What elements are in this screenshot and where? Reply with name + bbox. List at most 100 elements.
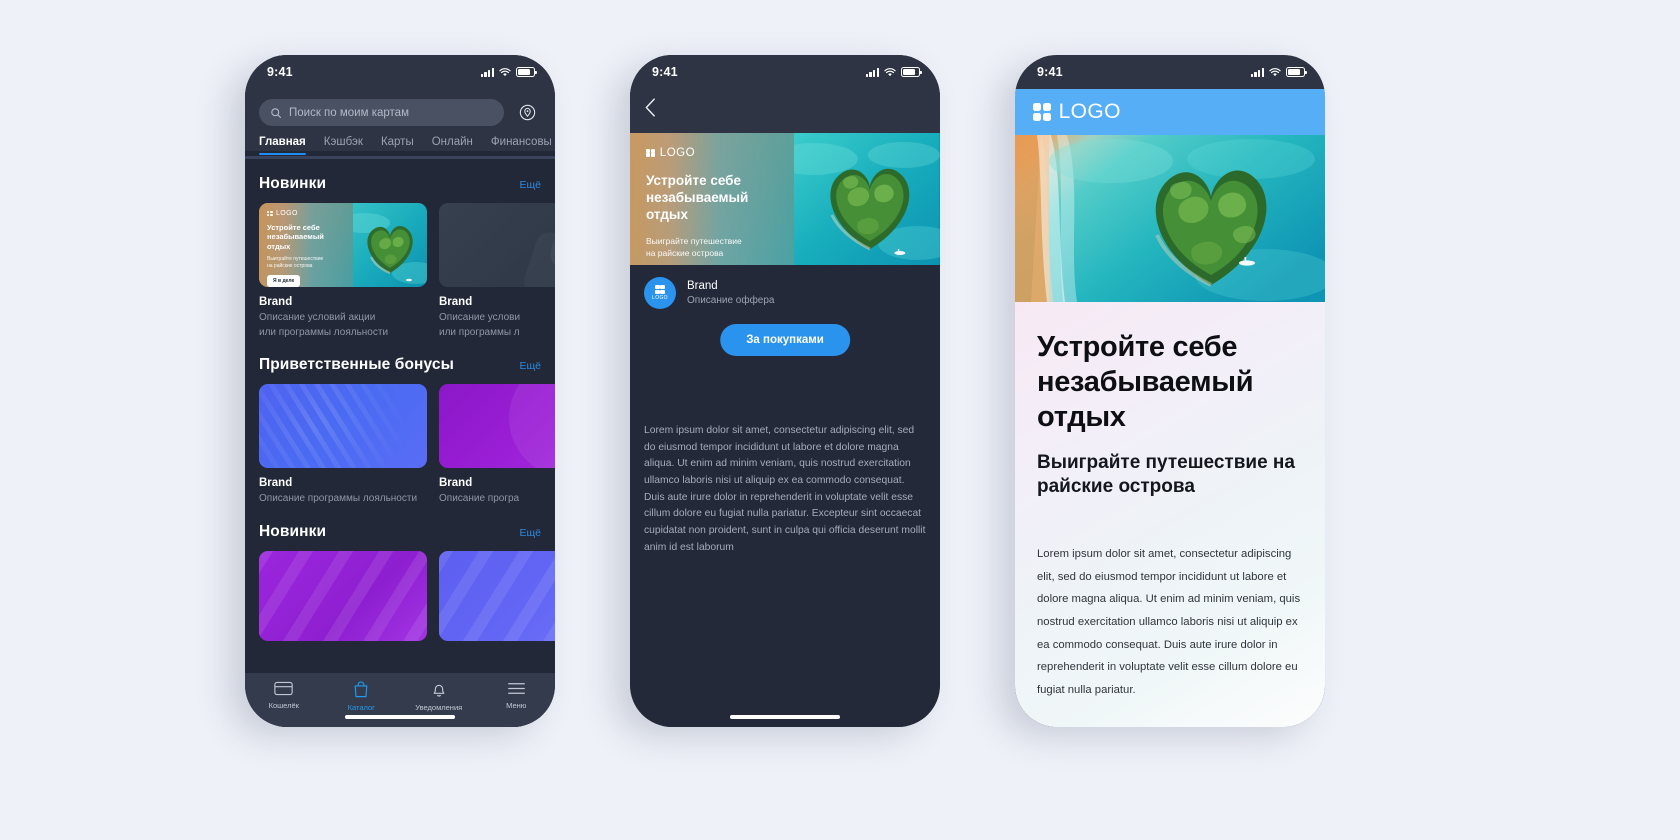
nav-item-catalog[interactable]: Каталог xyxy=(323,681,401,712)
card-image xyxy=(259,384,427,468)
shopping-cta-button[interactable]: За покупками xyxy=(720,324,850,356)
section-title: Новинки xyxy=(259,175,327,192)
card-item[interactable]: Brand Описание услови или программы л xyxy=(439,203,555,340)
mini-banner-image xyxy=(353,203,427,287)
notch xyxy=(715,55,855,79)
section-more-link[interactable]: Ещё xyxy=(520,527,541,539)
shopping-bag-icon xyxy=(354,681,368,698)
card-row xyxy=(245,550,555,641)
tab-glavnaya[interactable]: Главная xyxy=(259,136,306,155)
section-header: Приветственные бонусы Ещё xyxy=(245,340,555,384)
hero-image xyxy=(1015,135,1325,302)
phone-2-offer-detail-screen: LOGO Устройте себе незабываемый отдых Вы… xyxy=(630,55,940,727)
card-description: Описание условий акции или программы лоя… xyxy=(259,312,389,338)
mini-banner-left: LOGO Устройте себе незабываемый отдых Вы… xyxy=(259,203,353,287)
card-brand-name: Brand xyxy=(439,477,473,489)
card-item[interactable]: Brand Описание програ xyxy=(439,384,555,507)
hamburger-menu-icon xyxy=(507,683,525,694)
screenshot-canvas: Новинки Ещё LOGO Устройте себе незабывае… xyxy=(0,0,1680,840)
tab-online[interactable]: Онлайн xyxy=(432,136,473,155)
card-brand-name: Brand xyxy=(259,296,293,308)
nav-label: Уведомления xyxy=(415,703,463,712)
card-description: Описание програ xyxy=(439,493,520,504)
tab-karty[interactable]: Карты xyxy=(381,136,414,155)
section-header: Новинки Ещё xyxy=(245,507,555,551)
card-image xyxy=(439,203,555,287)
search-icon xyxy=(271,107,282,118)
mini-subheadline: Выиграйте путешествие на райские острова xyxy=(267,256,324,269)
hero-headline: Устройте себе незабываемый отдых xyxy=(646,173,749,222)
brand-avatar: LOGO xyxy=(644,277,676,309)
landing-body-text: Lorem ipsum dolor sit amet, consectetur … xyxy=(1037,548,1301,696)
card-image xyxy=(259,550,427,641)
nav-item-notifications[interactable]: Уведомления xyxy=(400,681,478,712)
back-button[interactable] xyxy=(644,97,657,123)
nav-item-menu[interactable]: Меню xyxy=(478,681,556,710)
card-item[interactable] xyxy=(439,550,555,641)
nav-item-wallet[interactable]: Кошелёк xyxy=(245,681,323,710)
tab-bar[interactable]: Главная Кэшбэк Карты Онлайн Финансовы xyxy=(245,136,555,160)
section-more-link[interactable]: Ещё xyxy=(520,179,541,191)
landing-headline: Устройте себе незабываемый отдых xyxy=(1037,331,1254,433)
tab-cashback[interactable]: Кэшбэк xyxy=(324,136,363,155)
section-title: Новинки xyxy=(259,522,327,540)
card-image xyxy=(439,550,555,641)
nav-label: Меню xyxy=(506,701,527,710)
card-image xyxy=(439,384,555,468)
mini-cta-button[interactable]: Я в деле xyxy=(267,275,301,287)
card-row: Brand Описание программы лояльности Bran… xyxy=(245,384,555,507)
card-item[interactable] xyxy=(259,550,427,641)
offer-body-text: Lorem ipsum dolor sit amet, consectetur … xyxy=(644,425,926,553)
home-indicator xyxy=(730,714,840,719)
heart-island-illustration xyxy=(794,133,940,265)
hero-image xyxy=(794,133,940,265)
search-input[interactable]: Поиск по моим картам xyxy=(259,99,504,126)
hero-logo: LOGO xyxy=(646,147,778,159)
chevron-left-icon xyxy=(645,98,655,117)
section-title: Приветственные бонусы xyxy=(259,356,454,373)
brand-avatar-label: LOGO xyxy=(652,295,668,302)
card-image: LOGO Устройте себе незабываемый отдых Вы… xyxy=(259,203,427,287)
logo-text: LOGO xyxy=(1058,100,1121,123)
location-pin-icon[interactable] xyxy=(514,99,541,126)
hero-subheadline: Выиграйте путешествие на райские острова xyxy=(646,236,742,259)
home-indicator xyxy=(345,714,455,719)
card-item[interactable]: Brand Описание программы лояльности xyxy=(259,384,427,507)
bell-icon xyxy=(433,684,445,697)
brand-name: Brand xyxy=(687,280,718,292)
phone2-content: LOGO Устройте себе незабываемый отдых Вы… xyxy=(630,55,940,727)
card-brand-name: Brand xyxy=(439,296,473,308)
hero-logo-text: LOGO xyxy=(659,147,696,159)
tab-finansovye[interactable]: Финансовы xyxy=(491,136,552,155)
card-description: Описание программы лояльности xyxy=(259,493,418,504)
brand-info: Brand Описание оффера xyxy=(687,280,775,306)
phone-1-catalog-screen: Новинки Ещё LOGO Устройте себе незабывае… xyxy=(245,55,555,727)
clover-logo-icon xyxy=(267,210,273,217)
phone3-content: LOGO Устройте себе незабываемый отдых Вы… xyxy=(1015,55,1325,727)
phone1-scroll-area[interactable]: Новинки Ещё LOGO Устройте себе незабывае… xyxy=(245,159,555,673)
section-more-link[interactable]: Ещё xyxy=(520,360,541,372)
clover-logo-icon xyxy=(655,284,665,295)
nav-label: Каталог xyxy=(347,703,375,712)
page-header: LOGO xyxy=(1015,89,1325,135)
mini-logo-text: LOGO xyxy=(276,210,298,217)
nav-label: Кошелёк xyxy=(268,701,299,710)
search-placeholder: Поиск по моим картам xyxy=(289,106,409,119)
phone-3-landing-page-screen: LOGO Устройте себе незабываемый отдых Вы… xyxy=(1015,55,1325,727)
heart-island-beach-illustration xyxy=(1015,135,1325,302)
card-row: LOGO Устройте себе незабываемый отдых Вы… xyxy=(245,203,555,340)
clover-logo-icon xyxy=(646,148,655,158)
card-item[interactable]: LOGO Устройте себе незабываемый отдых Вы… xyxy=(259,203,427,340)
landing-content: Устройте себе незабываемый отдых Выиграй… xyxy=(1015,302,1325,727)
mini-headline: Устройте себе незабываемый отдых xyxy=(267,223,324,251)
notch xyxy=(1100,55,1240,79)
brand-description: Описание оффера xyxy=(687,295,775,306)
phone1-content: Новинки Ещё LOGO Устройте себе незабывае… xyxy=(245,55,555,727)
mini-logo: LOGO xyxy=(267,210,345,217)
brand-row: LOGO Brand Описание оффера xyxy=(630,277,940,309)
wallet-card-icon xyxy=(274,681,293,696)
heart-island-illustration xyxy=(353,203,427,287)
card-brand-name: Brand xyxy=(259,477,293,489)
notch xyxy=(330,55,470,79)
card-description: Описание услови или программы л xyxy=(439,312,521,338)
